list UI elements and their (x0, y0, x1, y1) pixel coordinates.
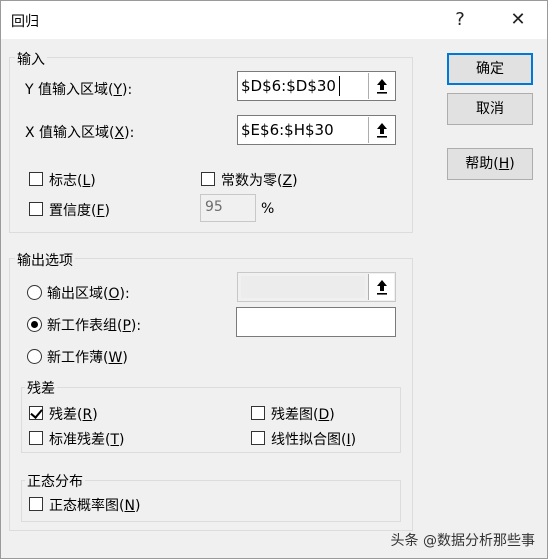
line-fit-plots-checkbox[interactable] (251, 431, 265, 445)
normal-probability-group-label: 正态分布 (25, 471, 85, 491)
normal-probability-label: 正态概率图(N) (49, 498, 141, 514)
new-worksheet-name-input[interactable] (236, 307, 396, 337)
output-range-input[interactable] (237, 272, 396, 302)
collapse-arrow-icon (376, 79, 387, 94)
line-fit-plots-label: 线性拟合图(I) (271, 432, 357, 448)
labels-checkbox[interactable] (29, 172, 43, 186)
watermark-text: 头条 @数据分析那些事 (390, 533, 535, 549)
new-worksheet-label: 新工作表组(P): (47, 318, 142, 334)
residual-plots-checkbox[interactable] (251, 406, 265, 420)
y-range-value: $D$6:$D$30 (241, 77, 336, 95)
labels-checkbox-label: 标志(L) (49, 173, 96, 189)
residuals-group-label: 残差 (25, 378, 57, 398)
output-options-label: 输出选项 (15, 250, 75, 270)
x-range-value: $E$6:$H$30 (241, 121, 334, 139)
confidence-level-input[interactable]: 95 (200, 194, 256, 222)
y-range-label: Y 值输入区域(Y): (25, 82, 133, 98)
output-range-field (241, 276, 365, 298)
new-workbook-label: 新工作薄(W) (47, 350, 128, 366)
y-range-input[interactable]: $D$6:$D$30 (237, 71, 396, 101)
percent-sign: % (261, 201, 275, 217)
input-group-label: 输入 (15, 49, 47, 69)
residuals-label: 残差(R) (49, 407, 98, 423)
help-button[interactable]: 帮助(H) (447, 148, 533, 180)
output-range-radio[interactable] (27, 285, 42, 300)
dialog-title: 回归 (11, 14, 39, 30)
residuals-checkbox[interactable] (29, 406, 43, 420)
constant-zero-checkbox[interactable] (201, 172, 215, 186)
cancel-button[interactable]: 取消 (447, 93, 533, 125)
help-icon[interactable]: ? (445, 5, 475, 35)
output-range-label: 输出区域(O): (47, 286, 130, 302)
confidence-checkbox[interactable] (29, 202, 43, 216)
regression-dialog: 回归 ? ✕ 输入 Y 值输入区域(Y): $D$6:$D$30 X 值输入区域… (0, 0, 548, 559)
collapse-arrow-icon (376, 280, 387, 295)
constant-zero-label: 常数为零(Z) (221, 173, 298, 189)
standardized-residuals-checkbox[interactable] (29, 431, 43, 445)
x-range-input[interactable]: $E$6:$H$30 (237, 115, 396, 145)
x-range-collapse-button[interactable] (368, 117, 394, 143)
title-bar: 回归 ? ✕ (1, 1, 547, 39)
y-range-collapse-button[interactable] (368, 73, 394, 99)
normal-probability-checkbox[interactable] (29, 497, 43, 511)
output-range-collapse-button[interactable] (368, 274, 394, 300)
collapse-arrow-icon (376, 123, 387, 138)
ok-button[interactable]: 确定 (447, 53, 533, 85)
text-caret (339, 76, 340, 96)
new-worksheet-radio[interactable] (27, 317, 42, 332)
standardized-residuals-label: 标准残差(T) (49, 432, 125, 448)
confidence-checkbox-label: 置信度(F) (49, 203, 110, 219)
residual-plots-label: 残差图(D) (271, 407, 335, 423)
close-icon[interactable]: ✕ (503, 5, 533, 35)
new-workbook-radio[interactable] (27, 349, 42, 364)
x-range-label: X 值输入区域(X): (25, 125, 135, 141)
